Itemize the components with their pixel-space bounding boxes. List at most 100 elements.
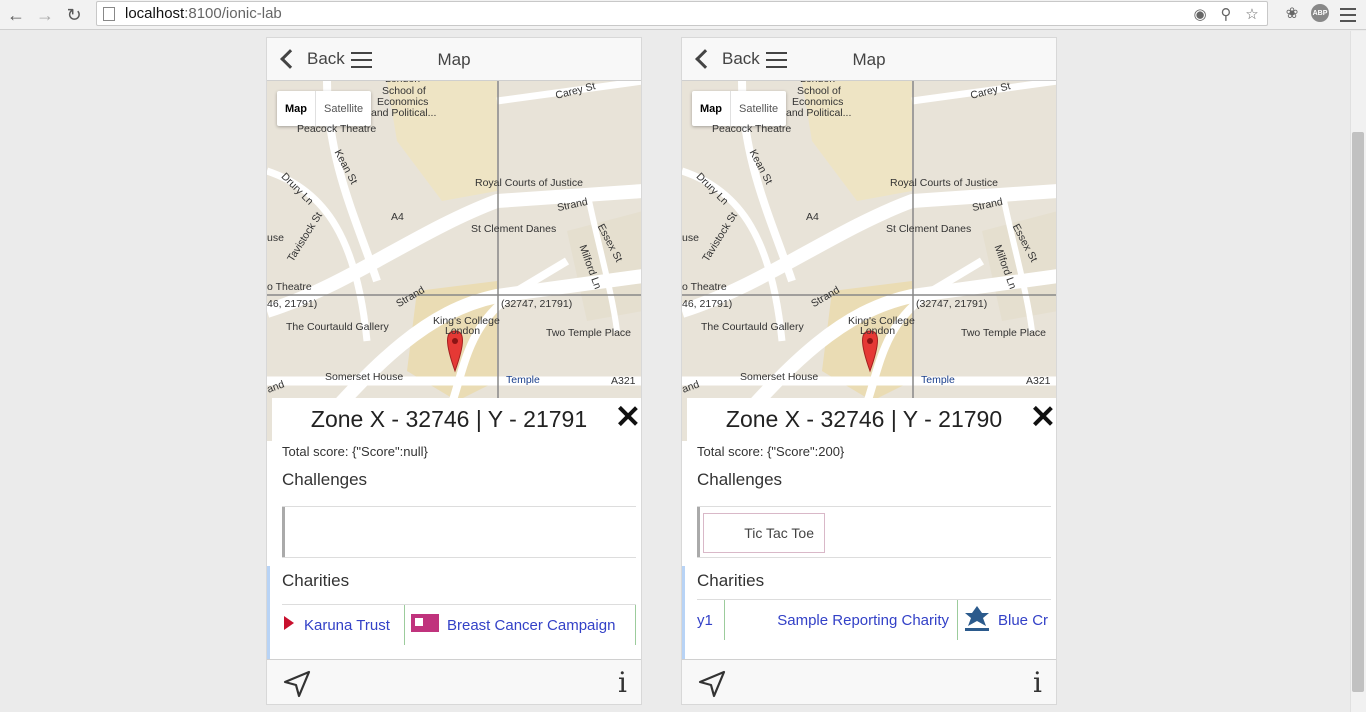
map-label: Two Temple Place: [546, 327, 632, 339]
charities-list[interactable]: Karuna Trust Breast Cancer Campaign: [282, 604, 636, 646]
total-score: Total score: {"Score":null}: [282, 444, 428, 459]
tab-footer: i: [267, 659, 641, 704]
challenges-list[interactable]: [282, 506, 636, 558]
charity-item[interactable]: Blue Cr: [958, 600, 1051, 640]
map-label: o Theatre: [682, 281, 727, 293]
charities-list[interactable]: y1 Sample Reporting Charity Blue Cr: [697, 599, 1051, 641]
map-type-satellite-button[interactable]: Satellite: [730, 91, 786, 126]
grid-coordinate-label: (32747, 21791): [501, 298, 573, 310]
navigation-arrow-icon[interactable]: [698, 670, 726, 698]
charity-item[interactable]: Sample Reporting Charity: [725, 600, 958, 640]
charity-item[interactable]: Karuna Trust: [282, 605, 405, 645]
forward-arrow-icon[interactable]: →: [33, 3, 57, 27]
map-label: Somerset House: [325, 371, 404, 383]
challenge-item[interactable]: Tic Tac Toe: [703, 513, 825, 553]
grid-coordinate-label: 46, 21791): [267, 298, 318, 310]
back-arrow-icon[interactable]: ←: [4, 3, 28, 27]
charity-name: y1: [697, 611, 713, 629]
scroll-edge: [282, 507, 285, 557]
map-label: Peacock Theatre: [712, 123, 792, 135]
charity-item[interactable]: Breast Cancer Campaign: [405, 605, 636, 645]
nav-bar: Back Map: [682, 38, 1056, 81]
browser-toolbar: ← → ↻ localhost:8100/ionic-lab ◉ ⚲ ☆ ❀ A…: [0, 0, 1366, 30]
map-label: The Courtauld Gallery: [286, 321, 389, 333]
challenges-heading: Challenges: [282, 470, 368, 489]
challenges-heading: Challenges: [697, 470, 783, 489]
charity-logo-icon: [411, 612, 439, 638]
charity-logo-icon: [962, 603, 992, 637]
zone-title: Zone X - 32746 | Y - 21791: [310, 406, 588, 432]
key-icon[interactable]: ⚲: [1216, 4, 1236, 24]
zone-modal: Zone X - 32746 | Y - 21791 Total score: …: [267, 398, 641, 660]
total-score: Total score: {"Score":200}: [697, 444, 845, 459]
map-label: St Clement Danes: [471, 223, 557, 235]
close-icon[interactable]: [616, 404, 640, 428]
url-host: localhost: [125, 5, 185, 22]
location-target-icon[interactable]: ◉: [1190, 4, 1210, 24]
address-bar[interactable]: localhost:8100/ionic-lab: [96, 1, 1268, 26]
map-label: Temple: [921, 374, 955, 386]
map-label: A4: [806, 211, 819, 223]
grid-coordinate-label: 46, 21791): [682, 298, 733, 310]
map-label: use: [682, 232, 699, 244]
map-label: Temple: [506, 374, 540, 386]
map-label: London: [445, 325, 481, 337]
charity-logo-icon: [282, 614, 296, 636]
map-label: Royal Courts of Justice: [890, 177, 998, 189]
modal-accent-edge: [682, 566, 685, 660]
scroll-edge: [697, 507, 700, 557]
map-view[interactable]: Map Satellite London School of Economics…: [682, 81, 1056, 441]
map-type-map-button[interactable]: Map: [692, 91, 730, 126]
grid-coordinate-label: (32747, 21791): [916, 298, 988, 310]
charities-heading: Charities: [282, 571, 350, 590]
challenges-list[interactable]: Tic Tac Toe: [697, 506, 1051, 558]
map-type-satellite-button[interactable]: Satellite: [315, 91, 371, 126]
charities-heading: Charities: [697, 571, 765, 590]
bug-extension-icon[interactable]: ❀: [1282, 3, 1302, 23]
map-label: use: [267, 232, 284, 244]
nav-title: Map: [852, 50, 886, 69]
charity-name: Breast Cancer Campaign: [447, 616, 616, 634]
charity-name: Karuna Trust: [304, 616, 390, 634]
map-type-control: Map Satellite: [692, 91, 787, 126]
map-label: St Clement Danes: [886, 223, 972, 235]
nav-title: Map: [437, 50, 471, 69]
info-icon[interactable]: i: [1033, 666, 1042, 699]
url-path: :8100/ionic-lab: [184, 5, 282, 22]
page-icon: [103, 6, 115, 21]
map-type-control: Map Satellite: [277, 91, 372, 126]
modal-accent-edge: [267, 566, 270, 660]
nav-bar: Back Map: [267, 38, 641, 81]
phone-preview-right: Back Map Map Satellite School of Economi…: [681, 37, 1057, 705]
map-label: Peacock Theatre: [297, 123, 377, 135]
map-label: and Political...: [786, 107, 852, 119]
charity-name: Blue Cr: [998, 611, 1049, 629]
page-scrollbar-thumb[interactable]: [1352, 132, 1364, 692]
navigation-arrow-icon[interactable]: [283, 670, 311, 698]
tab-footer: i: [682, 659, 1056, 704]
info-icon[interactable]: i: [618, 666, 627, 699]
map-label: and Political...: [371, 107, 437, 119]
adblock-label: ABP: [1311, 4, 1329, 22]
map-label: London: [860, 325, 896, 337]
star-icon[interactable]: ☆: [1242, 4, 1262, 24]
map-label: Royal Courts of Justice: [475, 177, 583, 189]
adblock-icon[interactable]: ABP: [1310, 3, 1330, 23]
charity-name: Sample Reporting Charity: [777, 611, 949, 629]
map-label: The Courtauld Gallery: [701, 321, 804, 333]
close-icon[interactable]: [1031, 404, 1055, 428]
charity-item[interactable]: y1: [697, 600, 725, 640]
map-label: Two Temple Place: [961, 327, 1047, 339]
map-label: o Theatre: [267, 281, 312, 293]
map-type-map-button[interactable]: Map: [277, 91, 315, 126]
browser-menu-icon[interactable]: [1338, 3, 1358, 23]
map-label: A321: [611, 375, 636, 387]
map-label: A321: [1026, 375, 1051, 387]
map-label: A4: [391, 211, 404, 223]
map-view[interactable]: Map Satellite London School of Economics…: [267, 81, 641, 441]
zone-modal: Zone X - 32746 | Y - 21790 Total score: …: [682, 398, 1056, 660]
map-label: Somerset House: [740, 371, 819, 383]
reload-icon[interactable]: ↻: [62, 3, 86, 27]
zone-title: Zone X - 32746 | Y - 21790: [725, 406, 1003, 432]
phone-preview-left: Back Map Map Satellite School of Economi…: [266, 37, 642, 705]
